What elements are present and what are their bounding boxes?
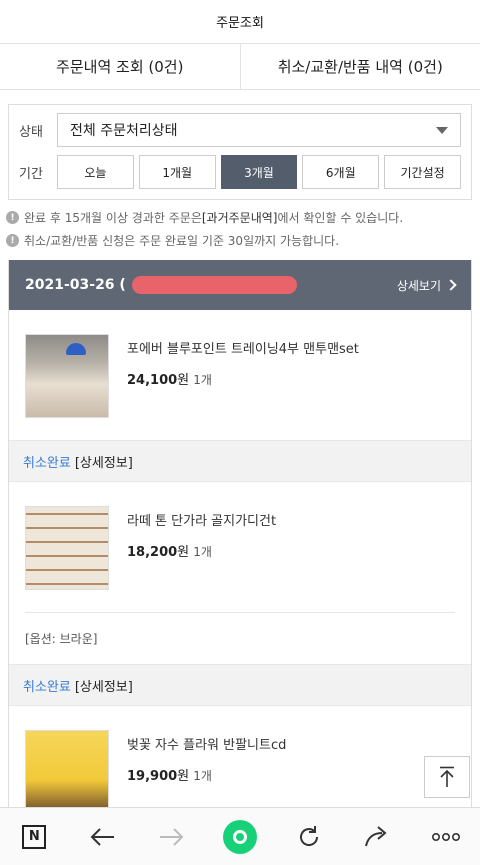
period-6month-button[interactable]: 6개월 xyxy=(302,155,380,189)
product-price: 24,100원 1개 xyxy=(127,373,212,388)
redaction-mark xyxy=(131,276,297,294)
status-select-value: 전체 주문처리상태 xyxy=(70,123,178,139)
back-button[interactable] xyxy=(81,815,125,859)
filter-panel: 상태 전체 주문처리상태 기간 오늘 1개월 3개월 6개월 기간설정 xyxy=(8,104,472,200)
period-label: 기간 xyxy=(19,166,43,182)
tab-order-history[interactable]: 주문내역 조회 (0건) xyxy=(0,44,240,89)
notice-text: 에서 확인할 수 있습니다. xyxy=(277,211,404,225)
arrow-up-icon xyxy=(440,766,454,787)
status-detail-link[interactable]: [상세정보] xyxy=(75,676,133,695)
item-status-bar: 취소완료 [상세정보] xyxy=(9,664,471,706)
product-thumbnail[interactable] xyxy=(25,334,109,418)
info-circle-icon: ! xyxy=(6,211,19,224)
product-name[interactable]: 벚꽃 자수 플라워 반팔니트cd xyxy=(127,734,286,753)
period-3month-button[interactable]: 3개월 xyxy=(220,155,298,189)
more-icon xyxy=(431,832,460,841)
chevron-right-icon xyxy=(445,279,457,291)
green-home-button[interactable] xyxy=(218,815,262,859)
order-date: 2021-03-26 ( xyxy=(25,276,297,294)
product-thumbnail[interactable] xyxy=(25,506,109,590)
order-header: 2021-03-26 ( 상세보기 xyxy=(9,260,471,310)
naver-n-icon: N xyxy=(22,824,47,849)
more-button[interactable] xyxy=(424,815,468,859)
product-option: [옵션: 브라운] xyxy=(25,612,455,664)
section-gap xyxy=(0,90,480,104)
page-title: 주문조회 xyxy=(0,0,480,44)
forward-button[interactable] xyxy=(149,815,193,859)
product-thumbnail[interactable] xyxy=(25,730,109,814)
scroll-top-button[interactable] xyxy=(424,756,470,798)
order-item[interactable]: 라떼 톤 단가라 골지가디건t 18,200원 1개 xyxy=(9,482,471,612)
product-name[interactable]: 라떼 톤 단가라 골지가디건t xyxy=(127,510,276,529)
period-custom-button[interactable]: 기간설정 xyxy=(384,155,461,189)
order-item[interactable]: 포에버 블루포인트 트레이닝4부 맨투맨set 24,100원 1개 xyxy=(9,310,471,440)
period-today-button[interactable]: 오늘 xyxy=(57,155,134,189)
forward-arrow-icon xyxy=(160,827,184,846)
product-name[interactable]: 포에버 블루포인트 트레이닝4부 맨투맨set xyxy=(127,338,359,357)
status-select[interactable]: 전체 주문처리상태 xyxy=(57,113,461,147)
order-tabs: 주문내역 조회 (0건) 취소/교환/반품 내역 (0건) xyxy=(0,44,480,90)
notice-text: 완료 후 15개월 이상 경과한 주문은 xyxy=(24,211,202,225)
info-circle-icon: ! xyxy=(6,234,19,247)
period-1month-button[interactable]: 1개월 xyxy=(138,155,216,189)
status-badge: 취소완료 xyxy=(23,679,71,695)
status-label: 상태 xyxy=(19,124,43,140)
item-status-bar: 취소완료 [상세정보] xyxy=(9,440,471,482)
share-icon xyxy=(365,825,387,846)
refresh-icon xyxy=(299,825,318,846)
order-card: 2021-03-26 ( 상세보기 포에버 블루포인트 트레이닝4부 맨투맨se… xyxy=(8,260,472,827)
notice-area: ! 완료 후 15개월 이상 경과한 주문은 [과거주문내역] 에서 확인할 수 … xyxy=(0,200,480,252)
refresh-button[interactable] xyxy=(287,815,331,859)
green-home-icon xyxy=(222,819,257,854)
status-detail-link[interactable]: [상세정보] xyxy=(75,452,133,471)
back-arrow-icon xyxy=(90,827,114,846)
order-detail-link[interactable]: 상세보기 xyxy=(397,277,457,294)
naver-home-button[interactable]: N xyxy=(12,815,56,859)
chevron-down-icon xyxy=(436,126,448,134)
past-orders-link[interactable]: [과거주문내역] xyxy=(202,209,278,226)
product-price: 18,200원 1개 xyxy=(127,545,212,560)
period-buttons: 오늘 1개월 3개월 6개월 기간설정 xyxy=(57,155,461,189)
notice-line: ! 취소/교환/반품 신청은 주문 완료일 기준 30일까지 가능합니다. xyxy=(6,229,472,252)
tab-cancel-return-history[interactable]: 취소/교환/반품 내역 (0건) xyxy=(239,44,480,89)
browser-bottom-nav: N xyxy=(0,807,480,865)
notice-line: ! 완료 후 15개월 이상 경과한 주문은 [과거주문내역] 에서 확인할 수 … xyxy=(6,206,472,229)
share-button[interactable] xyxy=(355,815,399,859)
product-price: 19,900원 1개 xyxy=(127,769,212,784)
notice-text: 취소/교환/반품 신청은 주문 완료일 기준 30일까지 가능합니다. xyxy=(24,234,340,248)
status-badge: 취소완료 xyxy=(23,455,71,471)
